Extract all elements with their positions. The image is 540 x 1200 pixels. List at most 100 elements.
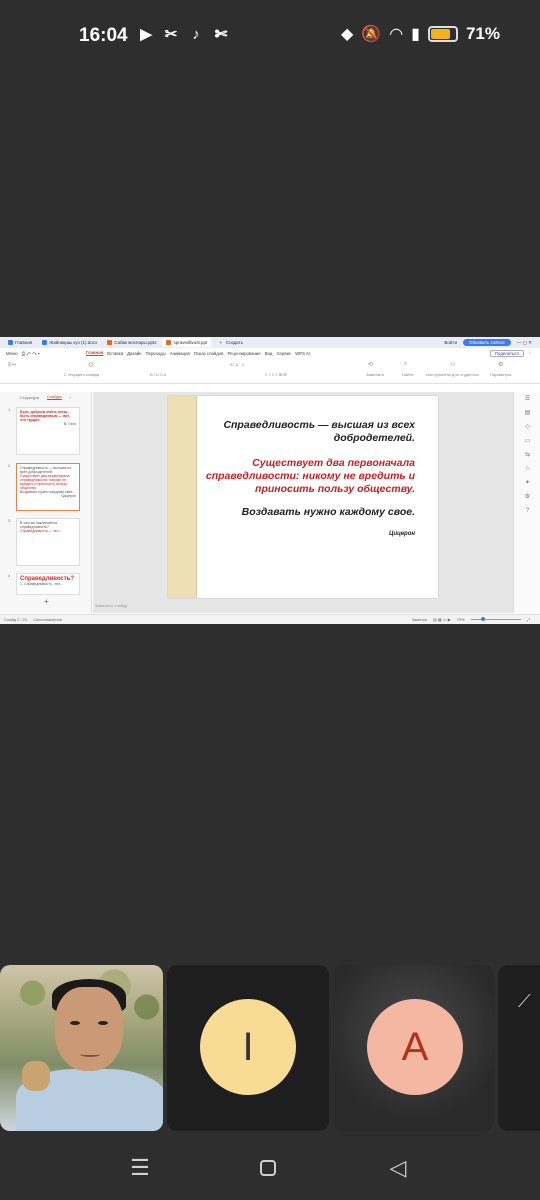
create-label[interactable]: Создать (226, 340, 243, 345)
scissors-icon: ✄ (214, 26, 228, 43)
student-tools-button[interactable]: Инструменты для студентов (426, 372, 479, 377)
zoom-slider[interactable] (470, 617, 521, 621)
student-tools-icon[interactable]: ⚇ (450, 361, 455, 368)
share-button[interactable]: Поделиться (489, 349, 524, 357)
document-icon (42, 340, 48, 345)
zoom-level[interactable]: 79% (457, 617, 465, 622)
play-icon[interactable]: ⊙ (88, 361, 94, 369)
animation-icon[interactable]: ✦ (514, 476, 540, 490)
notes-placeholder[interactable]: Заметки к слайду (95, 603, 127, 608)
slide-thumbnail[interactable]: Справедливость? 1. Справедливость - это.… (16, 573, 80, 595)
find-icon[interactable]: ⌕ (404, 361, 407, 368)
youtube-icon: ▶ (140, 26, 152, 43)
app-tab[interactable]: Главная (4, 338, 36, 347)
shared-screen[interactable]: Главная Жайнақшы куз (1).docx Сабак жосп… (0, 337, 540, 624)
find-button[interactable]: Найти (402, 372, 413, 377)
recent-apps-icon[interactable]: ☰ (128, 1155, 152, 1180)
slide-thumbnail[interactable]: Быть добрым очень легко, быть справедлив… (16, 407, 80, 455)
notes-toggle[interactable]: Заметки (412, 617, 427, 622)
thumb-text: Справедливость — это... (20, 529, 62, 533)
star-icon[interactable]: ☆ (514, 462, 540, 476)
login-link[interactable]: Войти (444, 340, 457, 345)
fit-icon[interactable]: ⤢ (527, 617, 530, 622)
back-icon[interactable]: ◁ (386, 1155, 410, 1180)
menu-item[interactable]: Переходы (146, 351, 166, 356)
menu-item-ai[interactable]: WPS AI (295, 351, 310, 356)
spell-check[interactable]: Сопоставление (33, 617, 62, 622)
help-icon[interactable]: ? (514, 504, 540, 518)
collapse-icon[interactable]: ‹ (70, 395, 71, 400)
app-tab[interactable]: Сабак жоспары.pptx (103, 338, 160, 347)
view-icons[interactable]: ▤ ▦ ▭ ▶ (433, 617, 451, 622)
slide-canvas[interactable]: Справедливость — высшая из всех добродет… (93, 392, 513, 613)
app-tab[interactable]: Жайнақшы куз (1).docx (38, 338, 101, 347)
slide-number: 2 (8, 463, 11, 468)
transition-icon[interactable]: ⇆ (514, 448, 540, 462)
status-app-icons: ▶ ✂ ♪ ✄ (137, 26, 230, 44)
home-button-icon[interactable] (256, 1156, 280, 1180)
more-icon[interactable]: ⋮ (528, 350, 532, 356)
menu-item[interactable]: Сервис (276, 351, 291, 356)
new-slide-button[interactable]: С текущего слайда (64, 372, 99, 377)
paragraph-controls[interactable]: ≡ ≡ ≡ ≡ ⊞ ⊞ (265, 372, 287, 377)
slide-number: 1 (8, 407, 11, 412)
menu-item[interactable]: Дизайн (127, 351, 141, 356)
battery-icon (427, 26, 458, 42)
shape-icon[interactable]: ◇ (514, 420, 540, 434)
layout-icon[interactable]: ▤ (514, 406, 540, 420)
format-painter-icon[interactable]: ⎘ ✂ (8, 362, 16, 367)
ribbon-toolbar: ⎘ ✂ ⊙ С текущего слайда B I U S A A⁺ A⁻ … (0, 358, 540, 384)
tab-slides[interactable]: Слайды (46, 394, 62, 400)
menu-item[interactable]: Показ слайдов (194, 351, 224, 356)
menu-item[interactable]: Меню (6, 351, 18, 356)
mute-icon: 🔕 (361, 26, 382, 43)
thumb-text: Существует два первоначала справедливост… (20, 474, 70, 490)
current-slide[interactable]: Справедливость — высшая из всех добродет… (168, 396, 438, 598)
slide-side-band (168, 396, 197, 598)
thumb-author: Цицерон (61, 494, 76, 498)
params-button[interactable]: Параметры (490, 372, 511, 377)
slide-quote-2[interactable]: Существует два первоначала справедливост… (195, 457, 415, 496)
participant-video-tile[interactable] (0, 965, 163, 1131)
properties-icon[interactable]: ☰ (514, 392, 540, 406)
slide-thumbnail-selected[interactable]: Справедливость — высшая из всех добродет… (16, 463, 80, 511)
thumb-text: В чем же заключается справедливость? (20, 521, 58, 529)
tab-structure[interactable]: Структура (20, 395, 39, 400)
font-size-controls[interactable]: A⁺ A⁻ ◇ (230, 362, 245, 367)
comment-icon[interactable]: ▭ (514, 434, 540, 448)
add-slide-button[interactable]: + (44, 597, 49, 606)
menu-item[interactable]: Вставка (107, 351, 123, 356)
slide-number: 4 (8, 573, 11, 578)
quick-access-icons[interactable]: ⎙ ↶ ↷ ▾ (22, 351, 82, 356)
slide-thumbnail[interactable]: В чем же заключается справедливость? Спр… (16, 518, 80, 566)
status-bar: 16:04 ▶ ✂ ♪ ✄ ◆ 🔕 ◠ ▮ 71% (0, 0, 540, 72)
participant-tile-i[interactable]: I (167, 965, 329, 1131)
thumb-text: Справедливость — высшая из всех добродет… (20, 466, 72, 474)
slide-number: 3 (8, 518, 11, 523)
slide-quote-1[interactable]: Справедливость — высшая из всех добродет… (205, 419, 415, 445)
right-toolbar: ☰ ▤ ◇ ▭ ⇆ ☆ ✦ ⚙ ? (513, 392, 540, 613)
participant-tile-a[interactable]: A (333, 965, 494, 1131)
update-button[interactable]: Обновить сейчас (462, 339, 511, 346)
status-time: 16:04 (79, 25, 128, 46)
font-style-controls[interactable]: B I U S A (150, 372, 166, 377)
settings-icon[interactable]: ⚙ (514, 490, 540, 504)
menu-item[interactable]: Рецензирование (227, 351, 260, 356)
thumb-text: 1. Справедливость - это... (20, 582, 64, 586)
app-tab-active[interactable]: spravedlivost.ppt (162, 338, 212, 347)
thumb-author: В. Гюго (63, 422, 76, 426)
menu-item[interactable]: Вид (265, 351, 273, 356)
slide-author[interactable]: Цицерон (389, 531, 415, 537)
participant-tile-more[interactable]: ⟋ (498, 965, 540, 1131)
menu-item-home[interactable]: Главная (85, 350, 104, 356)
params-icon[interactable]: ⚙ (498, 361, 503, 368)
window-controls[interactable]: — ▢ ✕ (517, 340, 532, 346)
replace-icon[interactable]: ⟲ (368, 361, 373, 368)
new-tab-button[interactable]: + (219, 340, 222, 345)
slide-quote-3[interactable]: Воздавать нужно каждому свое. (195, 506, 415, 519)
participant-avatar: A (367, 999, 463, 1095)
participants-strip: I A ⟋ (0, 965, 540, 1131)
replace-button[interactable]: Заменить (366, 372, 384, 377)
menu-bar: Меню ⎙ ↶ ↷ ▾ Главная Вставка Дизайн Пере… (0, 348, 540, 358)
menu-item[interactable]: Анимация (170, 351, 190, 356)
